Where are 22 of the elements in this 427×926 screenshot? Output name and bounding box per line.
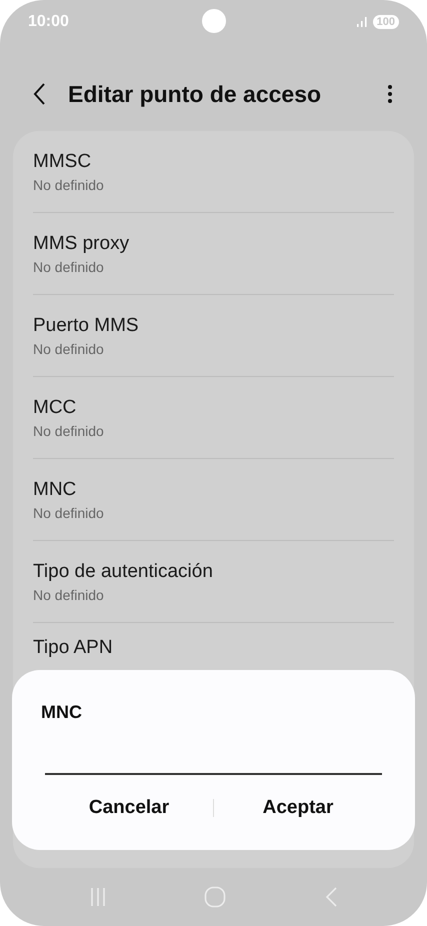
setting-title: Tipo APN	[33, 637, 114, 659]
setting-value: No definido	[33, 586, 105, 602]
cancel-button[interactable]: Cancelar	[45, 789, 213, 827]
setting-value: No definido	[33, 176, 105, 192]
setting-value: No definido	[33, 504, 105, 520]
dialog-title: MNC	[41, 702, 83, 723]
setting-value: No definido	[33, 422, 105, 438]
signal-icon	[356, 17, 368, 27]
camera-hole	[202, 9, 226, 33]
page-title: Editar punto de acceso	[68, 80, 322, 108]
more-vertical-icon[interactable]	[387, 84, 393, 104]
setting-title: Puerto MMS	[33, 314, 140, 336]
setting-title: MMS proxy	[33, 232, 130, 254]
confirm-button[interactable]: Aceptar	[214, 789, 382, 827]
setting-title: MCC	[33, 396, 78, 418]
setting-title: MNC	[33, 478, 78, 500]
home-icon[interactable]	[204, 886, 226, 908]
recent-apps-icon[interactable]	[88, 887, 107, 907]
setting-title: Tipo de autenticación	[33, 560, 214, 582]
setting-title: MMSC	[33, 150, 92, 172]
setting-value: No definido	[33, 258, 105, 274]
setting-value: No definido	[33, 340, 105, 356]
